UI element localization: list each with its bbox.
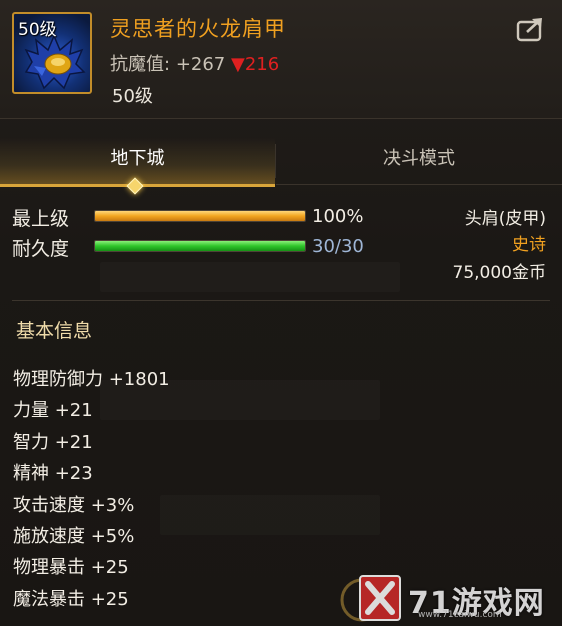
- watermark-url: www.71caiwu.com: [418, 610, 502, 620]
- sell-price: 75,000金币: [452, 263, 546, 283]
- resist-value: +267: [175, 54, 226, 75]
- required-level: 50级: [112, 86, 153, 107]
- resist-decrease-value: 216: [244, 54, 280, 75]
- durability-bar: [94, 240, 306, 252]
- item-tooltip-panel: 50级 灵思者的火龙肩甲 抗魔值: +267 ▼216 50级 地下城 决斗模式…: [0, 0, 562, 626]
- icon-level-badge: 50级: [18, 20, 57, 40]
- background-ghost: [100, 262, 400, 292]
- attribute-item: 物理防御力 +1801: [13, 369, 170, 390]
- attribute-item: 物理暴击 +25: [13, 557, 129, 579]
- watermark-logo-icon: [340, 575, 401, 622]
- resist-label: 抗魔值:: [110, 54, 171, 75]
- durability-label: 耐久度: [12, 238, 70, 260]
- item-icon: 50级: [12, 12, 92, 94]
- max-level-label: 最上级: [12, 208, 70, 230]
- site-watermark: 71游戏网 www.71caiwu.com: [334, 570, 554, 626]
- attribute-item: 力量 +21: [13, 400, 93, 422]
- basic-info-title: 基本信息: [16, 320, 93, 342]
- item-header: 50级 灵思者的火龙肩甲 抗魔值: +267 ▼216 50级: [0, 0, 562, 119]
- equipment-slot: 头肩(皮甲): [464, 209, 546, 229]
- attribute-item: 智力 +21: [13, 431, 93, 453]
- attribute-list: 物理防御力 +1801 力量 +21 智力 +21 精神 +23 攻击速度 +3…: [13, 364, 170, 615]
- shoulder-armor-icon: [24, 34, 86, 90]
- durability-value: 30/30: [312, 236, 364, 257]
- max-level-value: 100%: [312, 206, 364, 227]
- attribute-item: 精神 +23: [13, 463, 93, 485]
- attribute-item: 施放速度 +5%: [13, 526, 135, 548]
- max-level-bar-fill: [95, 211, 305, 221]
- rarity-label: 史诗: [512, 235, 546, 255]
- share-icon[interactable]: [516, 16, 546, 42]
- mode-tabs: 地下城 决斗模式: [0, 138, 562, 195]
- divider: [12, 300, 550, 301]
- resist-stat: 抗魔值: +267 ▼216: [110, 50, 279, 76]
- item-name: 灵思者的火龙肩甲: [110, 17, 286, 41]
- max-level-bar: [94, 210, 306, 222]
- background-ghost: [160, 495, 380, 535]
- tab-duel[interactable]: 决斗模式: [276, 138, 562, 185]
- durability-bar-fill: [95, 241, 305, 251]
- decrease-arrow-icon: ▼: [231, 54, 245, 75]
- attribute-item: 攻击速度 +3%: [13, 494, 135, 516]
- attribute-item: 魔法暴击 +25: [13, 588, 129, 610]
